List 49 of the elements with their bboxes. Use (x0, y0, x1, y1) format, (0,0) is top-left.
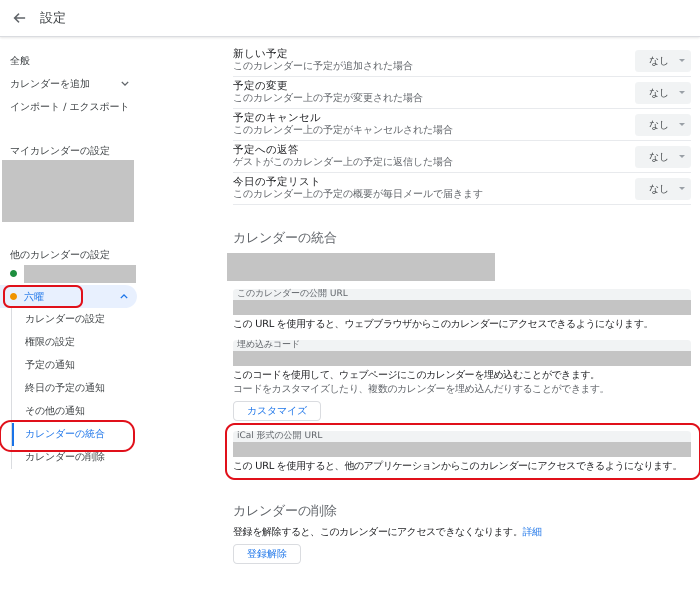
setting-description: このカレンダー上の予定がキャンセルされた場合 (233, 125, 453, 137)
dropdown-arrow-icon (679, 91, 685, 94)
setting-description: ゲストがこのカレンダー上の予定に返信した場合 (233, 157, 453, 169)
setting-description: このカレンダー上の予定の概要が毎日メールで届きます (233, 189, 483, 201)
dropdown-arrow-icon (679, 59, 685, 62)
nav-item[interactable]: カレンダーを追加 (0, 72, 215, 95)
setting-title: 予定への返答 (233, 144, 300, 157)
dropdown-select[interactable]: なし (635, 178, 691, 200)
chevron-down-icon (121, 81, 129, 86)
dropdown-select[interactable]: なし (635, 50, 691, 72)
calendar-submenu-item[interactable]: 終日の予定の通知 (12, 377, 105, 400)
dropdown-select[interactable]: なし (635, 114, 691, 136)
help-text: この URL を使用すると、ウェブブラウザからこのカレンダーにアクセスできるようになります。 (233, 318, 654, 332)
setting-title: 今日の予定リスト (233, 176, 322, 188)
setting-description: このカレンダーに予定が追加された場合 (233, 61, 413, 73)
help-text: この URL を使用すると、他のアプリケーションからこのカレンダーにアクセスできるようになります。 (233, 460, 684, 474)
dropdown-arrow-icon (679, 155, 685, 158)
back-arrow-icon[interactable] (12, 11, 26, 25)
dropdown-arrow-icon (679, 187, 685, 190)
section-heading: カレンダーの統合 (233, 230, 338, 247)
unsubscribe-button[interactable]: 登録解除 (233, 544, 301, 564)
calendar-submenu-item[interactable]: 予定の通知 (12, 354, 75, 377)
dropdown-arrow-icon (679, 123, 685, 126)
setting-description: このカレンダー上の予定が変更された場合 (233, 93, 423, 105)
setting-title: 新しい予定 (233, 48, 289, 61)
url-field[interactable]: 埋め込みコード (233, 340, 691, 366)
setting-title: 予定のキャンセル (233, 112, 322, 124)
help-text: このコードを使用して、ウェブページにこのカレンダーを埋め込むことができます。 (233, 369, 601, 383)
calendar-submenu-item[interactable]: カレンダーの削除 (12, 446, 105, 469)
help-text: コードをカスタマイズしたり、複数のカレンダーを埋め込んだりすることができます。 (233, 383, 610, 397)
url-field[interactable]: このカレンダーの公開 URL (233, 289, 691, 315)
url-field[interactable]: iCal 形式の公開 URL (233, 431, 691, 457)
page-title: 設定 (40, 10, 66, 27)
section-heading: カレンダーの削除 (233, 503, 338, 520)
nav-item[interactable]: インポート / エクスポート (0, 95, 215, 118)
dropdown-select[interactable]: なし (635, 82, 691, 104)
calendar-submenu-item[interactable]: カレンダーの設定 (12, 308, 105, 331)
setting-title: 予定の変更 (233, 80, 289, 93)
help-text: 登録を解除すると、このカレンダーにアクセスできなくなります。 (233, 527, 523, 538)
section-heading: マイカレンダーの設定 (10, 144, 111, 158)
section-heading: 他のカレンダーの設定 (10, 248, 111, 262)
dropdown-select[interactable]: なし (635, 146, 691, 168)
calendar-item[interactable]: 六曜 (0, 285, 137, 308)
calendar-submenu-item[interactable]: その他の通知 (12, 400, 85, 423)
calendar-submenu-item[interactable]: カレンダーの統合 (12, 423, 105, 446)
nav-item[interactable]: 全般 (0, 49, 215, 72)
customize-button[interactable]: カスタマイズ (233, 401, 321, 421)
calendar-submenu-item[interactable]: 権限の設定 (12, 331, 75, 354)
details-link[interactable]: 詳細 (522, 527, 542, 538)
